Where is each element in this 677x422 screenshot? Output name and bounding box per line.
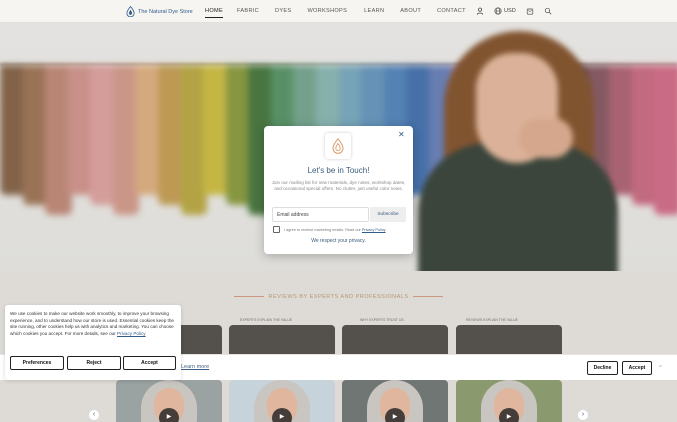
nav-dyes[interactable]: DYES bbox=[275, 8, 291, 18]
cookie-consent-card: We use cookies to make our website work … bbox=[5, 305, 181, 380]
nav-fabric[interactable]: FABRIC bbox=[237, 8, 259, 18]
account-icon[interactable] bbox=[476, 7, 484, 15]
site-header: The Natural Dye Store HOME FABRIC DYES W… bbox=[0, 0, 677, 23]
cart-icon[interactable] bbox=[526, 7, 534, 15]
consent-checkbox[interactable] bbox=[273, 226, 280, 233]
privacy-policy-link[interactable]: Privacy Policy bbox=[362, 228, 386, 232]
nav-workshops[interactable]: WORKSHOPS bbox=[307, 8, 347, 18]
reject-button[interactable]: Reject bbox=[67, 356, 121, 370]
nav-about[interactable]: ABOUT bbox=[400, 8, 421, 18]
review-video[interactable]: ▶ bbox=[456, 380, 562, 422]
learn-more-link[interactable]: Learn more bbox=[181, 364, 209, 370]
search-icon[interactable] bbox=[544, 7, 552, 15]
cookie-policy-link[interactable]: Privacy Policy bbox=[117, 331, 146, 336]
play-icon[interactable]: ▶ bbox=[499, 408, 519, 422]
globe-icon[interactable] bbox=[494, 7, 502, 15]
play-icon[interactable]: ▶ bbox=[385, 408, 405, 422]
currency-selector[interactable]: USD bbox=[504, 8, 516, 14]
accept-bar-button[interactable]: Accept bbox=[622, 361, 652, 375]
popup-title: Let's be in Touch! bbox=[307, 166, 370, 175]
carousel-prev-arrow[interactable]: ‹ bbox=[88, 409, 100, 421]
nav-contact[interactable]: CONTACT bbox=[437, 8, 466, 18]
header-actions: USD bbox=[476, 7, 552, 15]
nav-home[interactable]: HOME bbox=[205, 8, 223, 18]
cookie-text: We use cookies to make our website work … bbox=[10, 311, 174, 336]
play-icon[interactable]: ▶ bbox=[159, 408, 179, 422]
marketing-consent: I agree to receive marketing emails. Rea… bbox=[273, 226, 386, 233]
nav-learn[interactable]: LEARN bbox=[364, 8, 384, 18]
popup-description: Join our mailing list for new materials,… bbox=[271, 180, 406, 191]
close-icon[interactable]: ▫ bbox=[659, 363, 661, 370]
store-name: The Natural Dye Store bbox=[138, 8, 193, 15]
privacy-note: We respect your privacy. bbox=[311, 238, 366, 244]
review-video[interactable]: ▶ bbox=[229, 380, 335, 422]
subscribe-button[interactable]: Subscribe bbox=[370, 207, 406, 222]
newsletter-popup: ✕ Let's be in Touch! Join our mailing li… bbox=[264, 126, 413, 254]
drop-logo-icon bbox=[332, 138, 344, 154]
play-icon[interactable]: ▶ bbox=[272, 408, 292, 422]
preferences-button[interactable]: Preferences bbox=[10, 356, 64, 370]
consent-text: I agree to receive marketing emails. Rea… bbox=[284, 227, 361, 232]
accept-button[interactable]: Accept bbox=[123, 356, 176, 370]
store-logo[interactable]: The Natural Dye Store bbox=[126, 6, 193, 17]
email-field[interactable] bbox=[272, 207, 369, 222]
decline-button[interactable]: Decline bbox=[587, 361, 618, 375]
brand-logo bbox=[325, 133, 351, 159]
carousel-next-arrow[interactable]: › bbox=[577, 409, 589, 421]
main-nav: HOME FABRIC DYES WORKSHOPS LEARN ABOUT C… bbox=[205, 8, 466, 18]
drop-logo-icon bbox=[126, 6, 135, 17]
review-video[interactable]: ▶ bbox=[342, 380, 448, 422]
close-icon[interactable]: ✕ bbox=[398, 130, 405, 139]
review-video[interactable]: ▶ bbox=[116, 380, 222, 422]
